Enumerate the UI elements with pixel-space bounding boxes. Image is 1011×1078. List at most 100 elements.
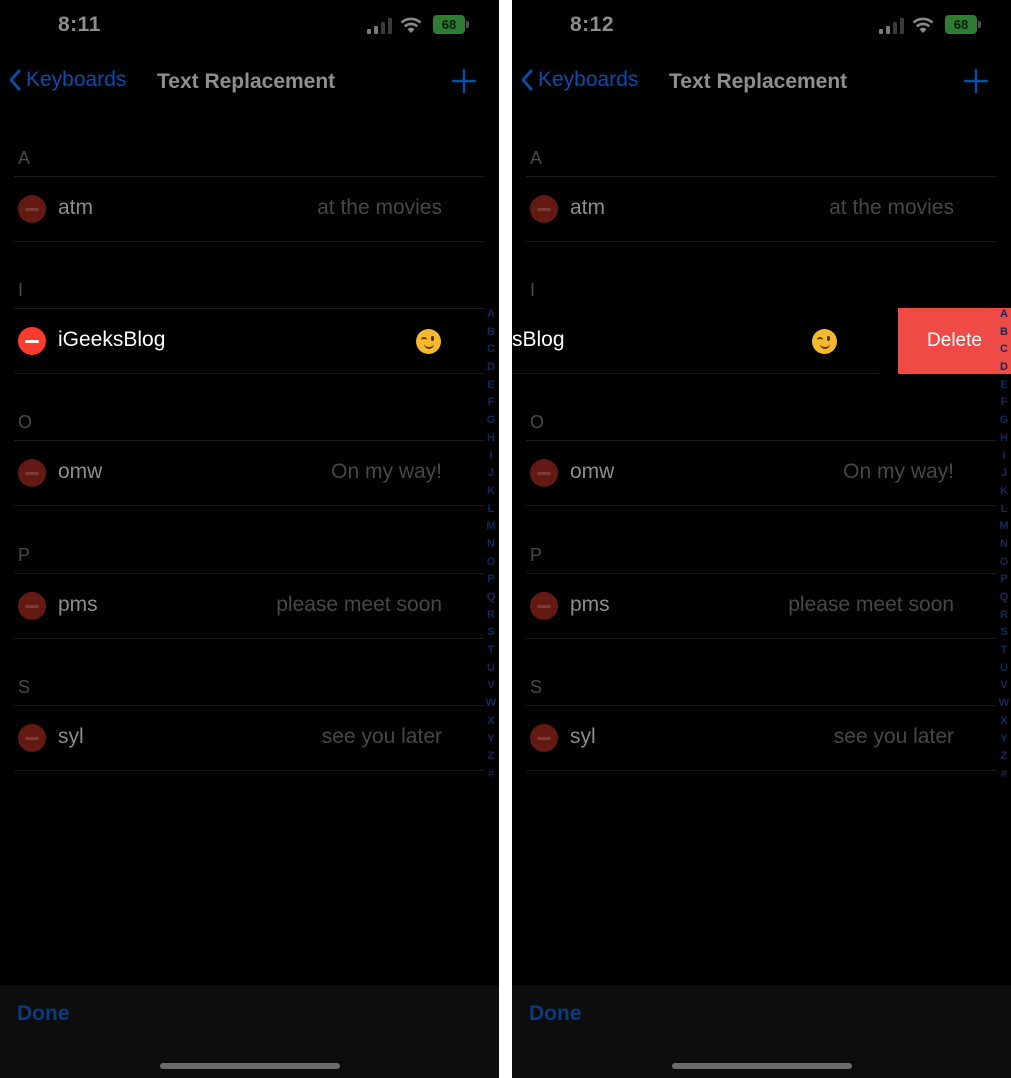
list-item[interactable]: omw On my way! xyxy=(526,440,996,506)
list-item[interactable]: syl see you later xyxy=(526,705,996,771)
section-index-letter[interactable]: # xyxy=(997,766,1011,784)
section-index-letter[interactable]: P xyxy=(997,571,1011,589)
chevron-left-icon xyxy=(9,69,21,91)
section-index-letter[interactable]: A xyxy=(997,306,1011,324)
section-index-letter[interactable]: C xyxy=(997,341,1011,359)
delete-toggle-icon[interactable] xyxy=(530,724,558,752)
section-index-letter[interactable]: S xyxy=(484,624,498,642)
section-index-letter[interactable]: F xyxy=(997,394,1011,412)
status-bar: 8:11 68 xyxy=(0,0,499,52)
section-index-letter[interactable]: X xyxy=(997,713,1011,731)
section-index-letter[interactable]: D xyxy=(997,359,1011,377)
add-icon[interactable] xyxy=(451,68,477,94)
phrase-label: please meet soon xyxy=(276,593,442,616)
section-index-letter[interactable]: G xyxy=(997,412,1011,430)
section-index-letter[interactable]: H xyxy=(997,430,1011,448)
section-index-letter[interactable]: K xyxy=(997,483,1011,501)
list-item[interactable]: atm at the movies xyxy=(526,176,996,242)
section-index-letter[interactable]: A xyxy=(484,306,498,324)
back-button[interactable]: Keyboards xyxy=(8,68,126,92)
done-button[interactable]: Done xyxy=(17,1002,70,1026)
list-item[interactable]: pms please meet soon xyxy=(526,573,996,639)
delete-toggle-icon[interactable] xyxy=(18,195,46,223)
section-index-letter[interactable]: O xyxy=(997,554,1011,572)
section-index-letter[interactable]: R xyxy=(484,607,498,625)
section-index-letter[interactable]: L xyxy=(997,501,1011,519)
delete-toggle-icon[interactable] xyxy=(530,195,558,223)
status-time: 8:11 xyxy=(58,13,101,36)
section-header-s: S xyxy=(18,677,31,697)
section-header-s: S xyxy=(530,677,543,697)
section-index-letter[interactable]: V xyxy=(997,677,1011,695)
section-index-letter[interactable]: T xyxy=(484,642,498,660)
winking-face-icon xyxy=(812,329,837,354)
section-index[interactable]: A B C D E F G H I J K L M N O P Q R S T U V W X Y Z # xyxy=(484,306,498,784)
section-index-letter[interactable]: C xyxy=(484,341,498,359)
swiped-list-item[interactable]: sBlog xyxy=(512,308,879,374)
section-index-letter[interactable]: W xyxy=(484,695,498,713)
section-index-letter[interactable]: F xyxy=(484,394,498,412)
section-index-letter[interactable]: J xyxy=(484,465,498,483)
section-index-letter[interactable]: L xyxy=(484,501,498,519)
section-header-i: I xyxy=(530,280,536,300)
section-index-letter[interactable]: H xyxy=(484,430,498,448)
section-index-letter[interactable]: B xyxy=(997,324,1011,342)
add-icon[interactable] xyxy=(963,68,989,94)
shortcut-label: atm xyxy=(570,196,606,219)
phrase-label: On my way! xyxy=(331,460,442,483)
section-index-letter[interactable]: G xyxy=(484,412,498,430)
delete-toggle-icon[interactable] xyxy=(530,592,558,620)
delete-button[interactable]: Delete xyxy=(898,308,1011,374)
section-index-letter[interactable]: Z xyxy=(997,748,1011,766)
section-index-letter[interactable]: I xyxy=(484,448,498,466)
section-index-letter[interactable]: S xyxy=(997,624,1011,642)
section-index-letter[interactable]: E xyxy=(484,377,498,395)
section-index-letter[interactable]: # xyxy=(484,766,498,784)
section-index-letter[interactable]: R xyxy=(997,607,1011,625)
section-index-letter[interactable]: J xyxy=(997,465,1011,483)
section-index-letter[interactable]: U xyxy=(997,660,1011,678)
section-index-letter[interactable]: O xyxy=(484,554,498,572)
section-index-letter[interactable]: P xyxy=(484,571,498,589)
section-index-letter[interactable]: W xyxy=(997,695,1011,713)
section-index-letter[interactable]: U xyxy=(484,660,498,678)
section-index-letter[interactable]: D xyxy=(484,359,498,377)
section-index-letter[interactable]: T xyxy=(997,642,1011,660)
section-index-letter[interactable]: E xyxy=(997,377,1011,395)
section-index-letter[interactable]: Q xyxy=(484,589,498,607)
shortcut-label: pms xyxy=(58,593,98,616)
section-index-letter[interactable]: M xyxy=(997,518,1011,536)
status-bar: 8:12 68 xyxy=(512,0,1011,52)
section-index-letter[interactable]: Y xyxy=(997,731,1011,749)
section-index-letter[interactable]: Y xyxy=(484,731,498,749)
phrase-label: see you later xyxy=(833,725,954,748)
section-index-letter[interactable]: N xyxy=(484,536,498,554)
section-header-a: A xyxy=(530,148,543,168)
section-index-letter[interactable]: X xyxy=(484,713,498,731)
section-index-letter[interactable]: B xyxy=(484,324,498,342)
list-item[interactable]: atm at the movies xyxy=(14,176,484,242)
delete-toggle-icon[interactable] xyxy=(18,459,46,487)
delete-toggle-icon[interactable] xyxy=(18,327,46,355)
section-index[interactable]: A B C D E F G H I J K L M N O P Q R S T U V W X Y Z # xyxy=(997,306,1011,784)
list-item[interactable]: iGeeksBlog xyxy=(14,308,484,374)
section-index-letter[interactable]: V xyxy=(484,677,498,695)
done-button[interactable]: Done xyxy=(529,1002,582,1026)
section-index-letter[interactable]: Z xyxy=(484,748,498,766)
shortcut-label: omw xyxy=(58,460,103,483)
section-index-letter[interactable]: Q xyxy=(997,589,1011,607)
list-item[interactable]: syl see you later xyxy=(14,705,484,771)
chevron-left-icon xyxy=(521,69,533,91)
section-index-letter[interactable]: K xyxy=(484,483,498,501)
section-index-letter[interactable]: M xyxy=(484,518,498,536)
list-item[interactable]: omw On my way! xyxy=(14,440,484,506)
section-index-letter[interactable]: N xyxy=(997,536,1011,554)
phone-screen-left: 8:11 68 Keyboards Text Replacement A atm… xyxy=(0,0,499,1078)
delete-toggle-icon[interactable] xyxy=(18,724,46,752)
delete-toggle-icon[interactable] xyxy=(530,459,558,487)
section-header-a: A xyxy=(18,148,31,168)
back-button[interactable]: Keyboards xyxy=(520,68,638,92)
list-item[interactable]: pms please meet soon xyxy=(14,573,484,639)
delete-toggle-icon[interactable] xyxy=(18,592,46,620)
section-index-letter[interactable]: I xyxy=(997,448,1011,466)
